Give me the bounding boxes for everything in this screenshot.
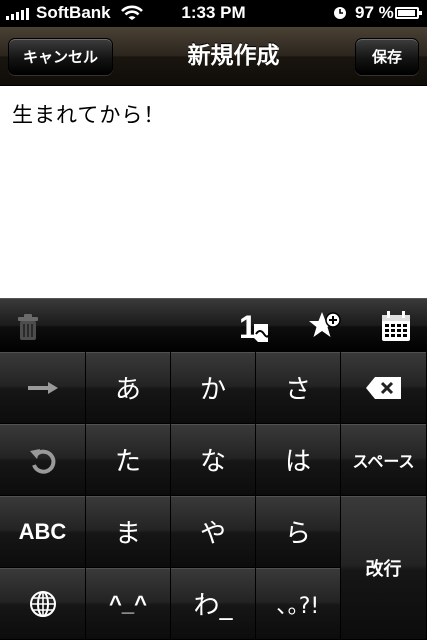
key-ha[interactable]: は xyxy=(256,424,341,496)
key-na[interactable]: な xyxy=(171,424,256,496)
key-ra[interactable]: ら xyxy=(256,496,341,568)
save-button[interactable]: 保存 xyxy=(355,38,419,75)
day-count-icon[interactable]: 1 xyxy=(236,308,272,344)
key-wa[interactable]: わ_ xyxy=(171,568,256,640)
keyboard: あ か さ た な は スペース ABC ま や ら 改行 ^_^ わ_ ､｡?… xyxy=(0,352,427,640)
key-delete[interactable] xyxy=(341,352,427,424)
battery-level xyxy=(398,10,416,16)
alarm-icon xyxy=(334,7,346,19)
key-ka[interactable]: か xyxy=(171,352,256,424)
key-ta[interactable]: た xyxy=(86,424,171,496)
globe-icon xyxy=(29,590,56,617)
page-title: 新規作成 xyxy=(187,43,280,69)
editor-text[interactable]: 生まれてから！ xyxy=(12,99,165,129)
right-arrow-icon xyxy=(27,381,58,394)
navigation-bar: キャンセル 新規作成 保存 xyxy=(0,27,427,86)
key-abc[interactable]: ABC xyxy=(0,496,86,568)
status-bar: SoftBank 1:33 PM 97 % xyxy=(0,0,427,27)
cancel-button[interactable]: キャンセル xyxy=(8,38,113,75)
key-face[interactable]: ^_^ xyxy=(86,568,171,640)
favorite-add-icon[interactable] xyxy=(306,308,342,344)
accessory-toolbar: 1 xyxy=(0,298,427,353)
trash-icon[interactable] xyxy=(10,308,46,344)
battery-percentage: 97 % xyxy=(355,3,394,22)
calendar-icon[interactable] xyxy=(378,308,414,344)
key-punctuation[interactable]: ､｡?! xyxy=(256,568,341,640)
backspace-icon xyxy=(365,376,401,399)
key-return[interactable]: 改行 xyxy=(341,496,427,640)
key-ya[interactable]: や xyxy=(171,496,256,568)
key-ma[interactable]: ま xyxy=(86,496,171,568)
key-cursor-right[interactable] xyxy=(0,352,86,424)
key-sa[interactable]: さ xyxy=(256,352,341,424)
key-undo[interactable] xyxy=(0,424,86,496)
key-space[interactable]: スペース xyxy=(341,424,427,496)
undo-icon xyxy=(29,448,55,474)
text-editor[interactable]: 生まれてから！ xyxy=(0,86,427,298)
key-globe[interactable] xyxy=(0,568,86,640)
key-a[interactable]: あ xyxy=(86,352,171,424)
battery-icon xyxy=(395,7,422,19)
